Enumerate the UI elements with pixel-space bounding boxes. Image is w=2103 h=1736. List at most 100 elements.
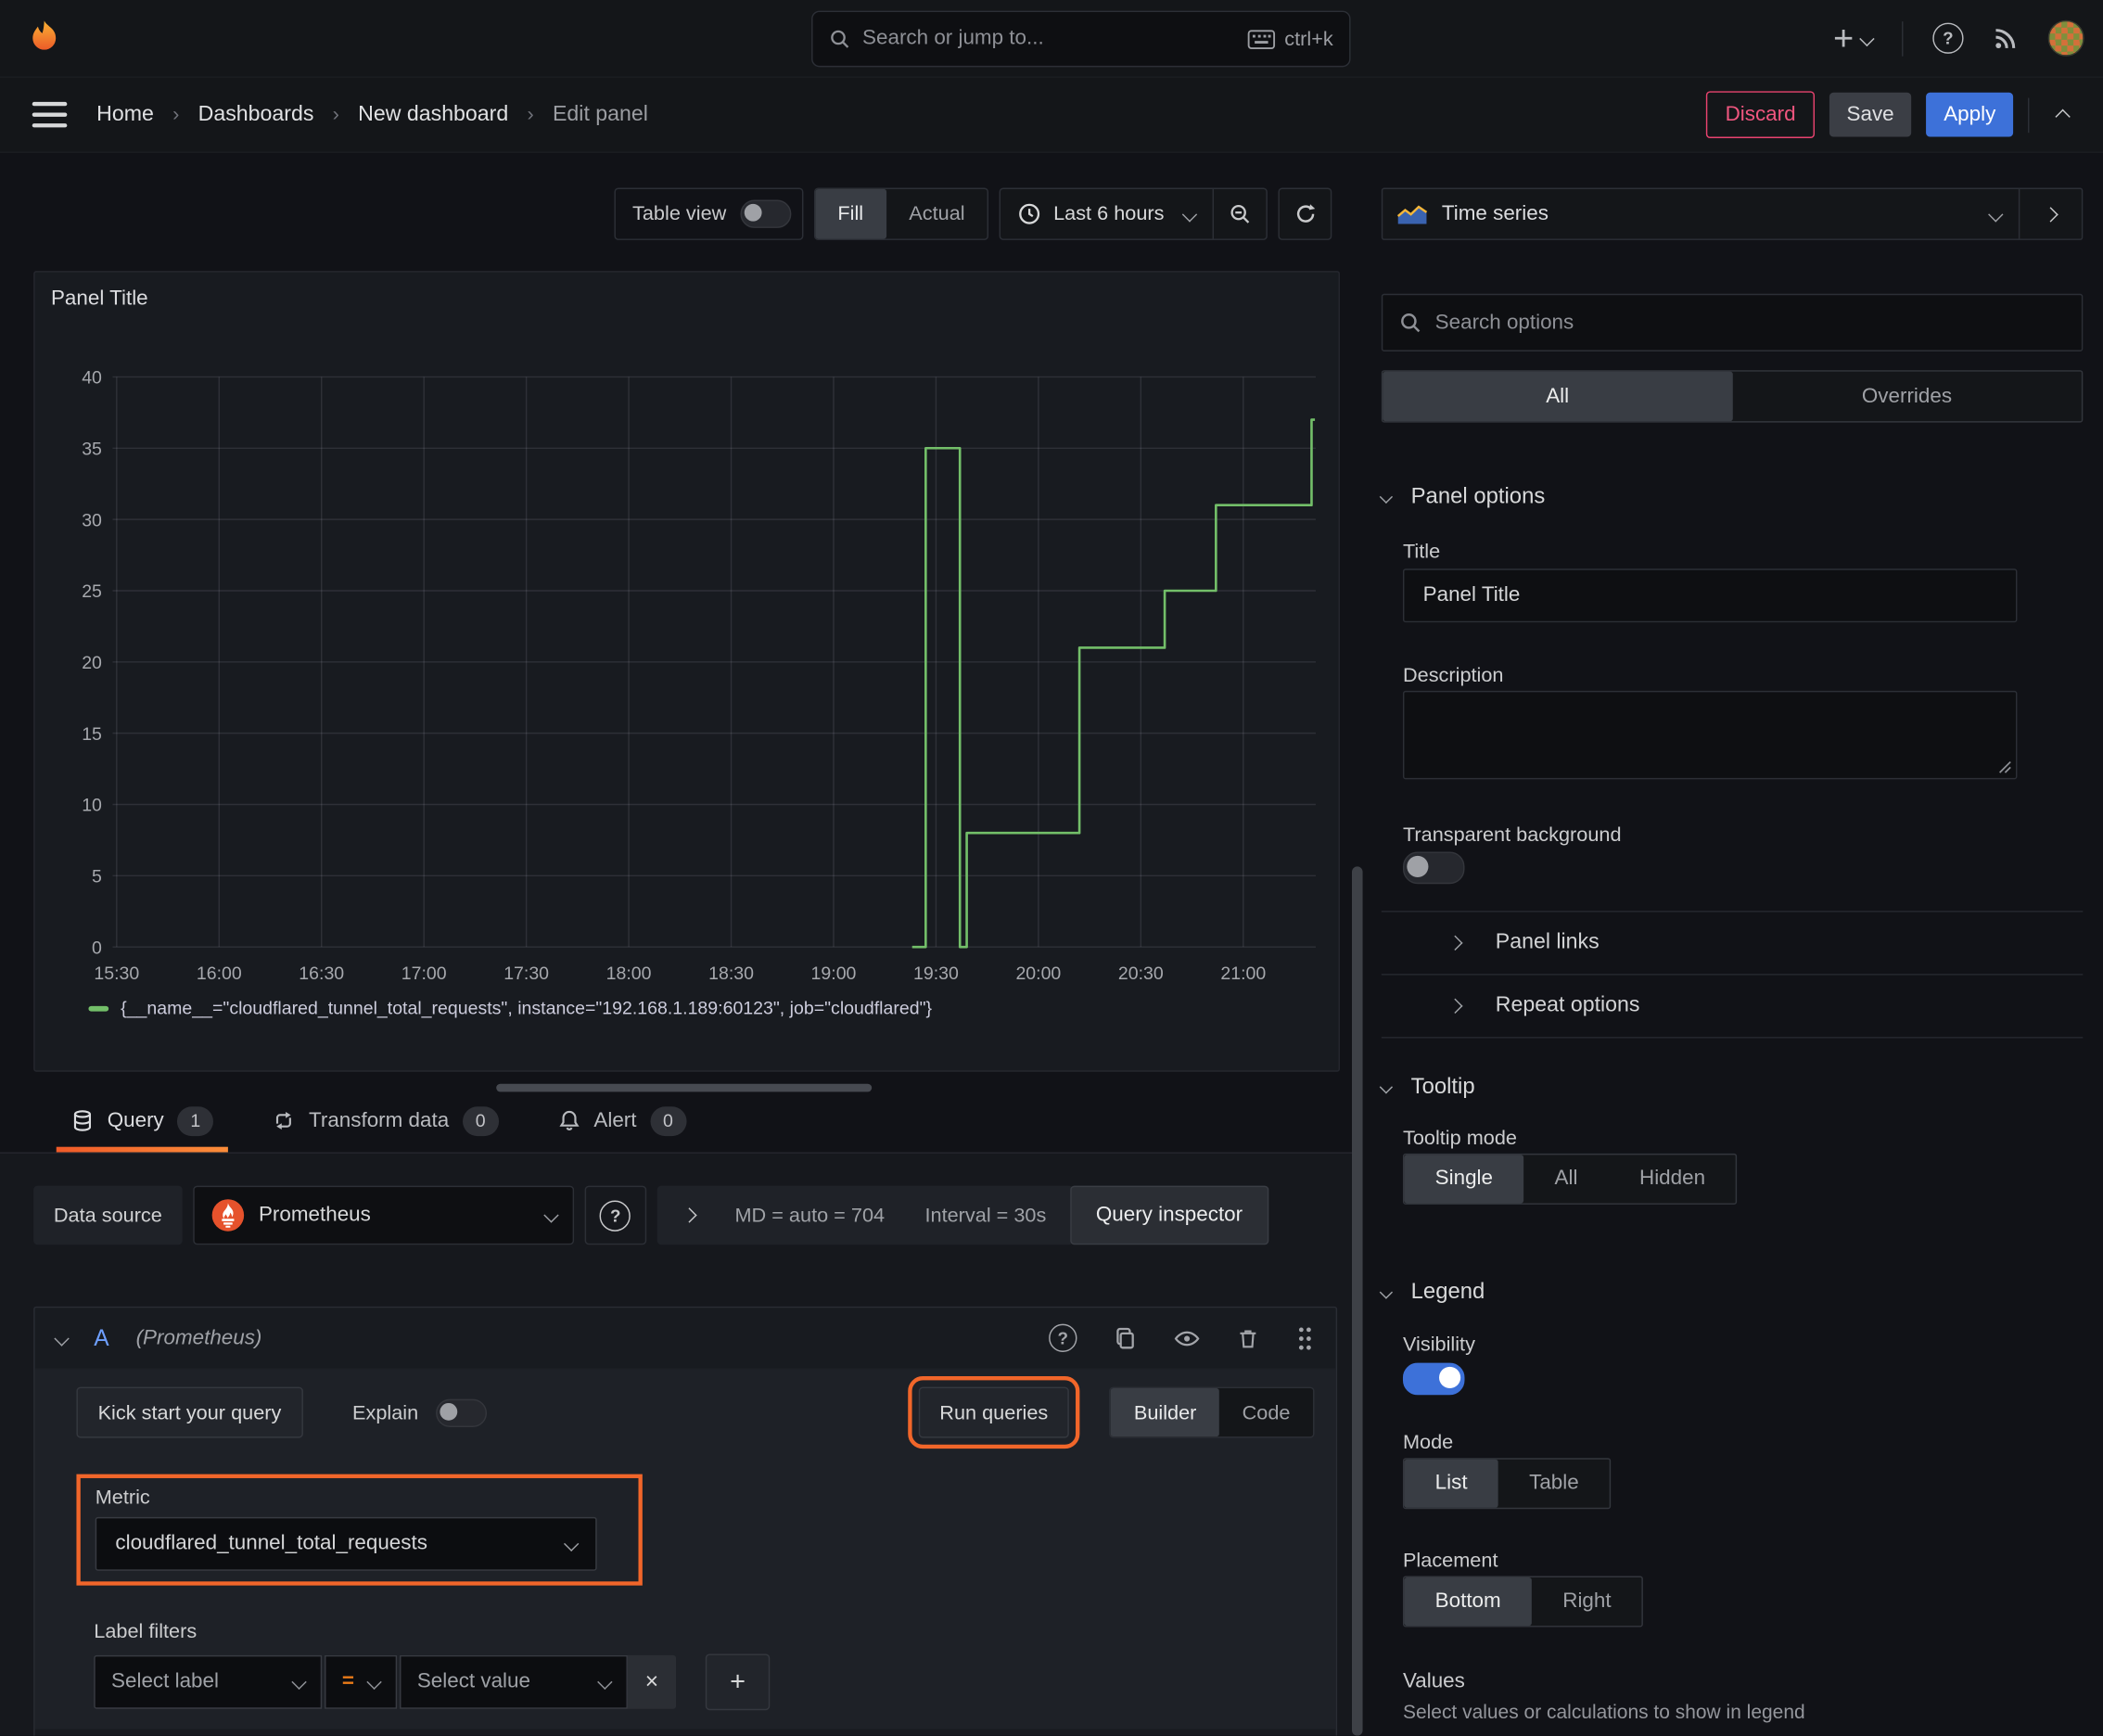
query-inspector-button[interactable]: Query inspector xyxy=(1070,1185,1268,1245)
apply-button[interactable]: Apply xyxy=(1926,92,2014,137)
breadcrumb-home[interactable]: Home xyxy=(96,103,154,127)
svg-text:40: 40 xyxy=(82,368,102,389)
menu-toggle-button[interactable] xyxy=(32,101,68,128)
query-help-icon[interactable]: ? xyxy=(1049,1323,1077,1353)
data-source-picker[interactable]: Prometheus xyxy=(193,1185,574,1245)
tooltip-single-option[interactable]: Single xyxy=(1404,1155,1524,1204)
add-filter-button[interactable]: + xyxy=(705,1653,771,1711)
add-new-button[interactable] xyxy=(1832,27,1875,50)
breadcrumb-separator: › xyxy=(332,103,339,126)
transparent-background-label: Transparent background xyxy=(1402,823,1622,847)
run-queries-button-highlighted[interactable]: Run queries xyxy=(907,1376,1080,1449)
query-editor-area: Data source Prometheus ? MD = auto = 704… xyxy=(0,1153,1355,1736)
actual-option[interactable]: Actual xyxy=(886,189,988,239)
select-value-dropdown[interactable]: Select value xyxy=(400,1654,628,1709)
vertical-scrollbar-thumb[interactable] xyxy=(1352,866,1363,1736)
hide-response-eye-icon[interactable] xyxy=(1174,1326,1201,1350)
timeseries-chart[interactable]: 0 5 10 15 20 25 30 35 40 15:30 16:00 16:30 17:00 17:3… xyxy=(35,273,1339,1071)
kick-start-query-button[interactable]: Kick start your query xyxy=(76,1386,303,1438)
chevron-down-icon xyxy=(1988,206,2004,222)
fill-option[interactable]: Fill xyxy=(814,188,886,239)
transparent-background-toggle[interactable] xyxy=(1402,851,1465,885)
tooltip-mode-segmented: Single All Hidden xyxy=(1402,1153,1738,1205)
builder-option[interactable]: Builder xyxy=(1111,1388,1220,1437)
explain-toggle[interactable] xyxy=(435,1398,487,1427)
user-avatar[interactable] xyxy=(2047,19,2084,57)
remove-filter-button[interactable]: × xyxy=(627,1654,677,1709)
table-view-toggle[interactable] xyxy=(739,199,791,228)
tooltip-hidden-option[interactable]: Hidden xyxy=(1609,1155,1737,1203)
collapse-header-button[interactable] xyxy=(2044,104,2082,125)
visibility-label: Visibility xyxy=(1402,1333,1475,1357)
tab-transform-data[interactable]: Transform data 0 xyxy=(258,1090,514,1153)
placement-right-option[interactable]: Right xyxy=(1532,1577,1642,1626)
breadcrumb: Home › Dashboards › New dashboard › Edit… xyxy=(96,103,648,127)
panel-options-section-header[interactable]: Panel options xyxy=(1379,484,2083,509)
tab-query[interactable]: Query 1 xyxy=(56,1090,229,1153)
delete-query-trash-icon[interactable] xyxy=(1237,1326,1260,1350)
refresh-button[interactable] xyxy=(1278,187,1332,240)
tab-alert[interactable]: Alert 0 xyxy=(542,1090,700,1153)
placement-label: Placement xyxy=(1402,1549,1498,1573)
duplicate-query-icon[interactable] xyxy=(1114,1326,1138,1350)
metric-label: Metric xyxy=(95,1486,150,1510)
bell-icon xyxy=(559,1111,580,1131)
expand-options-icon[interactable] xyxy=(682,1207,697,1223)
legend-visibility-toggle[interactable] xyxy=(1402,1362,1465,1396)
database-icon xyxy=(73,1110,92,1131)
breadcrumb-new-dashboard[interactable]: New dashboard xyxy=(358,103,508,127)
legend-list-option[interactable]: List xyxy=(1404,1459,1498,1508)
description-textarea[interactable] xyxy=(1402,690,2018,780)
metric-field-highlighted: Metric cloudflared_tunnel_total_requests xyxy=(76,1474,643,1586)
tab-overrides[interactable]: Overrides xyxy=(1732,372,2082,422)
breadcrumb-dashboards[interactable]: Dashboards xyxy=(198,103,314,127)
chart-legend-item[interactable]: {__name__="cloudflared_tunnel_total_requ… xyxy=(88,998,932,1018)
horizontal-scrollbar-thumb[interactable] xyxy=(496,1083,873,1092)
repeat-options-section[interactable]: Repeat options xyxy=(1382,976,2083,1038)
legend-section-header[interactable]: Legend xyxy=(1379,1280,2083,1305)
tab-all[interactable]: All xyxy=(1383,371,1733,422)
title-label: Title xyxy=(1402,540,1441,564)
visualization-picker[interactable]: Time series xyxy=(1381,187,2084,240)
series-name: {__name__="cloudflared_tunnel_total_requ… xyxy=(121,998,933,1018)
placement-bottom-option[interactable]: Bottom xyxy=(1404,1577,1532,1627)
zoom-out-time-button[interactable] xyxy=(1214,189,1266,239)
discard-button[interactable]: Discard xyxy=(1706,91,1815,138)
panel-links-section[interactable]: Panel links xyxy=(1382,913,2083,975)
chevron-right-icon xyxy=(1447,935,1463,951)
transform-count-badge: 0 xyxy=(462,1105,499,1136)
panel-title-input-value: Panel Title xyxy=(1422,583,1521,606)
panel-edit-left-pane: Table view Fill Actual Last 6 hours Pane… xyxy=(0,153,1355,1736)
operator-dropdown[interactable]: = xyxy=(325,1654,398,1709)
save-button[interactable]: Save xyxy=(1829,92,1912,137)
resize-handle-icon[interactable] xyxy=(1998,760,2011,773)
collapse-options-pane-button[interactable] xyxy=(2020,206,2082,222)
news-rss-button[interactable] xyxy=(1993,25,2018,50)
zoom-out-icon xyxy=(1230,204,1250,223)
datasource-help-button[interactable]: ? xyxy=(584,1185,646,1245)
select-label-placeholder: Select label xyxy=(111,1669,219,1693)
panel-title-input[interactable]: Panel Title xyxy=(1402,568,2018,623)
time-range-button[interactable]: Last 6 hours xyxy=(1001,202,1213,225)
query-ref-id: A xyxy=(94,1324,109,1350)
grafana-logo[interactable] xyxy=(24,19,64,58)
tooltip-section-header[interactable]: Tooltip xyxy=(1379,1075,2083,1100)
legend-placement-segmented: Bottom Right xyxy=(1402,1576,1644,1628)
tooltip-all-option[interactable]: All xyxy=(1523,1155,1608,1203)
chevron-right-icon xyxy=(1447,998,1463,1015)
select-label-dropdown[interactable]: Select label xyxy=(94,1654,323,1709)
metric-select[interactable]: cloudflared_tunnel_total_requests xyxy=(95,1516,597,1571)
interval-stat: Interval = 30s xyxy=(924,1204,1047,1227)
search-input[interactable]: Search or jump to... ctrl+k xyxy=(811,10,1351,68)
drag-handle-icon[interactable] xyxy=(1295,1324,1314,1351)
svg-text:17:30: 17:30 xyxy=(503,964,549,984)
query-row-header[interactable]: A (Prometheus) ? xyxy=(34,1308,1336,1370)
legend-table-option[interactable]: Table xyxy=(1498,1460,1610,1508)
help-button[interactable]: ? xyxy=(1932,22,1964,54)
collapse-query-icon[interactable] xyxy=(54,1330,70,1346)
svg-text:20:30: 20:30 xyxy=(1118,964,1164,984)
svg-text:20:00: 20:00 xyxy=(1015,964,1061,984)
legend-mode-segmented: List Table xyxy=(1402,1458,1612,1510)
code-option[interactable]: Code xyxy=(1219,1388,1313,1436)
search-options-input[interactable]: Search options xyxy=(1381,293,2084,351)
